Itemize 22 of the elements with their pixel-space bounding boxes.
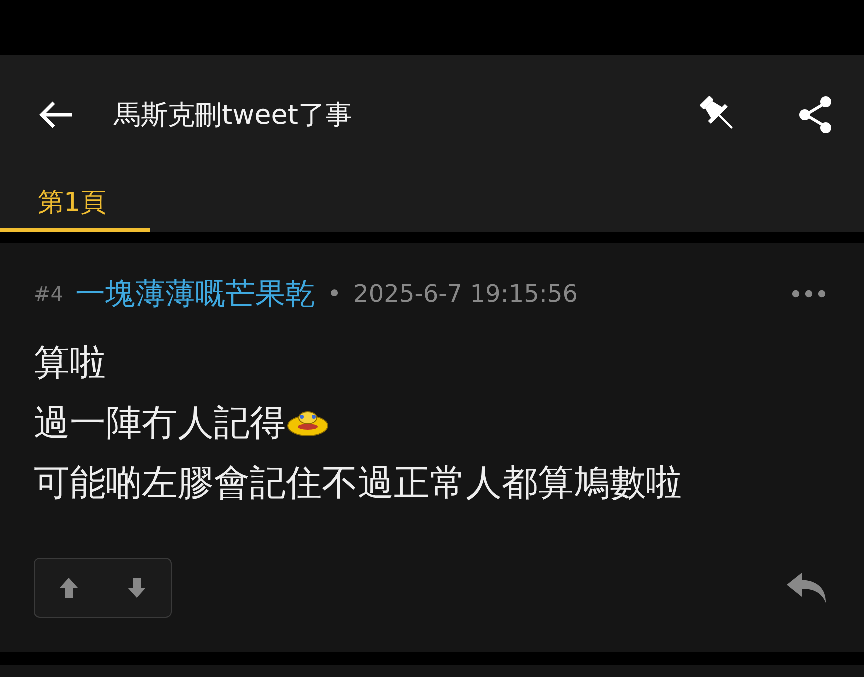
page-tab[interactable]: 第1頁 — [0, 185, 150, 232]
down-arrow-icon — [127, 577, 147, 599]
upvote-button[interactable] — [59, 577, 79, 599]
reply-button[interactable] — [786, 571, 828, 605]
reply-icon — [786, 571, 828, 605]
separator-dot: • — [327, 280, 342, 308]
more-icon — [792, 290, 826, 298]
thread-title: 馬斯克刪tweet了事 — [114, 99, 354, 133]
share-button[interactable] — [798, 96, 834, 134]
back-button[interactable] — [38, 100, 74, 130]
post-text: 過一陣冇人記得 — [34, 402, 286, 446]
author-name[interactable]: 一塊薄薄嘅芒果乾 — [75, 274, 316, 314]
post-text: 可能啲左膠會記住不過正常人都算鳩數啦 — [34, 462, 682, 506]
up-arrow-icon — [59, 577, 79, 599]
share-icon — [798, 96, 834, 134]
post-number: #4 — [34, 282, 64, 306]
emoji-icon — [286, 410, 330, 438]
downvote-button[interactable] — [127, 577, 147, 599]
more-button[interactable] — [792, 290, 826, 298]
post-text: 算啦 — [34, 342, 106, 386]
post-time: 2025-6-7 19:15:56 — [354, 280, 578, 308]
back-icon — [38, 100, 74, 130]
